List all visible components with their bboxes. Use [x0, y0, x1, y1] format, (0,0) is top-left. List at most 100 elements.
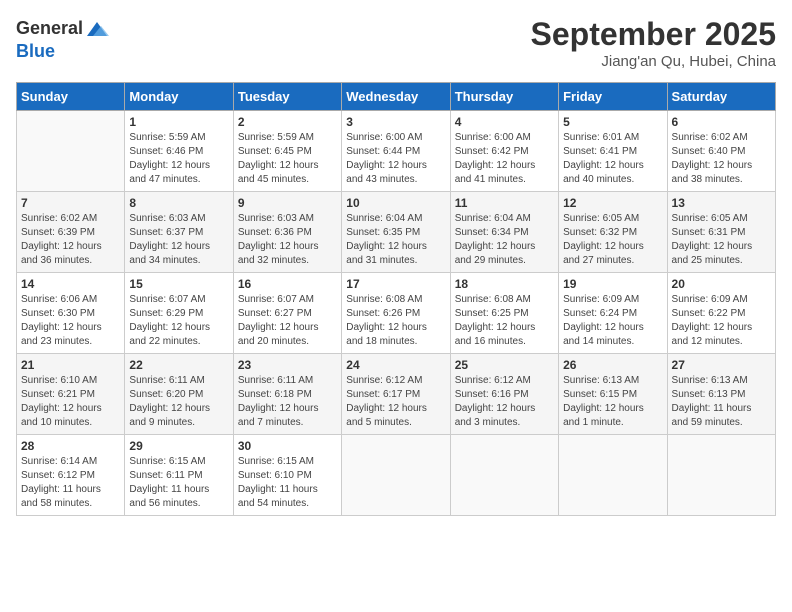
title-block: September 2025 Jiang'an Qu, Hubei, China	[531, 16, 776, 70]
weekday-header-monday: Monday	[125, 83, 233, 111]
calendar-cell: 27 Sunrise: 6:13 AM Sunset: 6:13 PM Dayli…	[667, 354, 775, 435]
day-info: Sunrise: 6:02 AM Sunset: 6:40 PM Dayligh…	[672, 131, 771, 187]
day-info: Sunrise: 6:10 AM Sunset: 6:21 PM Dayligh…	[21, 374, 120, 430]
calendar-cell: 10Sunrise: 6:04 AM Sunset: 6:35 PM Dayli…	[342, 192, 450, 273]
day-info: Sunrise: 6:02 AM Sunset: 6:39 PM Dayligh…	[21, 212, 120, 268]
day-number: 7	[21, 196, 120, 210]
day-info: Sunrise: 6:11 AM Sunset: 6:20 PM Dayligh…	[129, 374, 228, 430]
logo-general: General	[16, 19, 83, 39]
day-info: Sunrise: 6:03 AM Sunset: 6:37 PM Dayligh…	[129, 212, 228, 268]
calendar-cell	[17, 111, 125, 192]
calendar-cell: 25Sunrise: 6:12 AM Sunset: 6:16 PM Dayli…	[450, 354, 558, 435]
day-number: 14	[21, 277, 120, 291]
day-info: Sunrise: 6:00 AM Sunset: 6:42 PM Dayligh…	[455, 131, 554, 187]
calendar-cell: 30 Sunrise: 6:15 AM Sunset: 6:10 PM Dayli…	[233, 435, 341, 516]
weekday-header-wednesday: Wednesday	[342, 83, 450, 111]
day-number: 1	[129, 115, 228, 129]
calendar-cell: 4Sunrise: 6:00 AM Sunset: 6:42 PM Daylig…	[450, 111, 558, 192]
calendar-cell: 26 Sunrise: 6:13 AM Sunset: 6:15 PM Dayli…	[559, 354, 667, 435]
day-info: Sunrise: 6:03 AM Sunset: 6:36 PM Dayligh…	[238, 212, 337, 268]
day-number: 6	[672, 115, 771, 129]
calendar-cell: 14 Sunrise: 6:06 AM Sunset: 6:30 PM Dayli…	[17, 273, 125, 354]
day-number: 26	[563, 358, 662, 372]
calendar-cell: 23 Sunrise: 6:11 AM Sunset: 6:18 PM Dayli…	[233, 354, 341, 435]
day-info: Sunrise: 6:07 AM Sunset: 6:29 PM Dayligh…	[129, 293, 228, 349]
day-number: 21	[21, 358, 120, 372]
calendar-cell: 17 Sunrise: 6:08 AM Sunset: 6:26 PM Dayli…	[342, 273, 450, 354]
day-number: 5	[563, 115, 662, 129]
calendar-cell: 1 Sunrise: 5:59 AM Sunset: 6:46 PM Daylig…	[125, 111, 233, 192]
logo-blue: Blue	[16, 42, 109, 62]
day-number: 12	[563, 196, 662, 210]
day-number: 23	[238, 358, 337, 372]
day-info: Sunrise: 6:15 AM Sunset: 6:10 PM Dayligh…	[238, 455, 337, 511]
weekday-header-row: SundayMondayTuesdayWednesdayThursdayFrid…	[17, 83, 776, 111]
calendar-cell: 22 Sunrise: 6:11 AM Sunset: 6:20 PM Dayli…	[125, 354, 233, 435]
day-info: Sunrise: 6:05 AM Sunset: 6:32 PM Dayligh…	[563, 212, 662, 268]
calendar-cell: 9 Sunrise: 6:03 AM Sunset: 6:36 PM Daylig…	[233, 192, 341, 273]
calendar-week-row: 14 Sunrise: 6:06 AM Sunset: 6:30 PM Dayli…	[17, 273, 776, 354]
day-info: Sunrise: 6:14 AM Sunset: 6:12 PM Dayligh…	[21, 455, 120, 511]
calendar-cell: 24Sunrise: 6:12 AM Sunset: 6:17 PM Dayli…	[342, 354, 450, 435]
day-number: 16	[238, 277, 337, 291]
day-number: 17	[346, 277, 445, 291]
location-subtitle: Jiang'an Qu, Hubei, China	[531, 53, 776, 70]
calendar-week-row: 28 Sunrise: 6:14 AM Sunset: 6:12 PM Dayli…	[17, 435, 776, 516]
month-title: September 2025	[531, 16, 776, 53]
day-info: Sunrise: 5:59 AM Sunset: 6:45 PM Dayligh…	[238, 131, 337, 187]
day-info: Sunrise: 6:04 AM Sunset: 6:34 PM Dayligh…	[455, 212, 554, 268]
day-info: Sunrise: 6:08 AM Sunset: 6:26 PM Dayligh…	[346, 293, 445, 349]
day-info: Sunrise: 6:11 AM Sunset: 6:18 PM Dayligh…	[238, 374, 337, 430]
calendar-table: SundayMondayTuesdayWednesdayThursdayFrid…	[16, 82, 776, 516]
weekday-header-tuesday: Tuesday	[233, 83, 341, 111]
day-number: 11	[455, 196, 554, 210]
day-number: 19	[563, 277, 662, 291]
day-number: 27	[672, 358, 771, 372]
page-header: General Blue September 2025 Jiang'an Qu,…	[16, 16, 776, 70]
weekday-header-thursday: Thursday	[450, 83, 558, 111]
calendar-cell: 28 Sunrise: 6:14 AM Sunset: 6:12 PM Dayli…	[17, 435, 125, 516]
day-number: 2	[238, 115, 337, 129]
day-info: Sunrise: 6:06 AM Sunset: 6:30 PM Dayligh…	[21, 293, 120, 349]
day-number: 28	[21, 439, 120, 453]
calendar-week-row: 1 Sunrise: 5:59 AM Sunset: 6:46 PM Daylig…	[17, 111, 776, 192]
day-number: 9	[238, 196, 337, 210]
day-number: 29	[129, 439, 228, 453]
calendar-cell: 16 Sunrise: 6:07 AM Sunset: 6:27 PM Dayli…	[233, 273, 341, 354]
calendar-cell: 2 Sunrise: 5:59 AM Sunset: 6:45 PM Daylig…	[233, 111, 341, 192]
logo-icon	[85, 18, 109, 42]
day-number: 8	[129, 196, 228, 210]
day-info: Sunrise: 6:12 AM Sunset: 6:16 PM Dayligh…	[455, 374, 554, 430]
day-info: Sunrise: 6:09 AM Sunset: 6:24 PM Dayligh…	[563, 293, 662, 349]
calendar-cell	[450, 435, 558, 516]
weekday-header-saturday: Saturday	[667, 83, 775, 111]
weekday-header-sunday: Sunday	[17, 83, 125, 111]
calendar-cell	[559, 435, 667, 516]
calendar-body: 1 Sunrise: 5:59 AM Sunset: 6:46 PM Daylig…	[17, 111, 776, 516]
day-info: Sunrise: 6:07 AM Sunset: 6:27 PM Dayligh…	[238, 293, 337, 349]
day-info: Sunrise: 5:59 AM Sunset: 6:46 PM Dayligh…	[129, 131, 228, 187]
calendar-cell: 7 Sunrise: 6:02 AM Sunset: 6:39 PM Daylig…	[17, 192, 125, 273]
day-info: Sunrise: 6:13 AM Sunset: 6:15 PM Dayligh…	[563, 374, 662, 430]
day-number: 10	[346, 196, 445, 210]
calendar-cell: 3Sunrise: 6:00 AM Sunset: 6:44 PM Daylig…	[342, 111, 450, 192]
day-info: Sunrise: 6:15 AM Sunset: 6:11 PM Dayligh…	[129, 455, 228, 511]
day-number: 22	[129, 358, 228, 372]
calendar-cell: 5Sunrise: 6:01 AM Sunset: 6:41 PM Daylig…	[559, 111, 667, 192]
logo: General Blue	[16, 16, 109, 62]
day-number: 30	[238, 439, 337, 453]
weekday-header-friday: Friday	[559, 83, 667, 111]
calendar-header: SundayMondayTuesdayWednesdayThursdayFrid…	[17, 83, 776, 111]
day-number: 20	[672, 277, 771, 291]
day-number: 18	[455, 277, 554, 291]
day-info: Sunrise: 6:08 AM Sunset: 6:25 PM Dayligh…	[455, 293, 554, 349]
calendar-week-row: 7 Sunrise: 6:02 AM Sunset: 6:39 PM Daylig…	[17, 192, 776, 273]
calendar-cell: 12 Sunrise: 6:05 AM Sunset: 6:32 PM Dayli…	[559, 192, 667, 273]
logo-text: General Blue	[16, 16, 109, 62]
day-info: Sunrise: 6:13 AM Sunset: 6:13 PM Dayligh…	[672, 374, 771, 430]
calendar-cell: 6 Sunrise: 6:02 AM Sunset: 6:40 PM Daylig…	[667, 111, 775, 192]
calendar-cell: 29 Sunrise: 6:15 AM Sunset: 6:11 PM Dayli…	[125, 435, 233, 516]
calendar-cell: 8 Sunrise: 6:03 AM Sunset: 6:37 PM Daylig…	[125, 192, 233, 273]
day-info: Sunrise: 6:05 AM Sunset: 6:31 PM Dayligh…	[672, 212, 771, 268]
calendar-cell: 20Sunrise: 6:09 AM Sunset: 6:22 PM Dayli…	[667, 273, 775, 354]
